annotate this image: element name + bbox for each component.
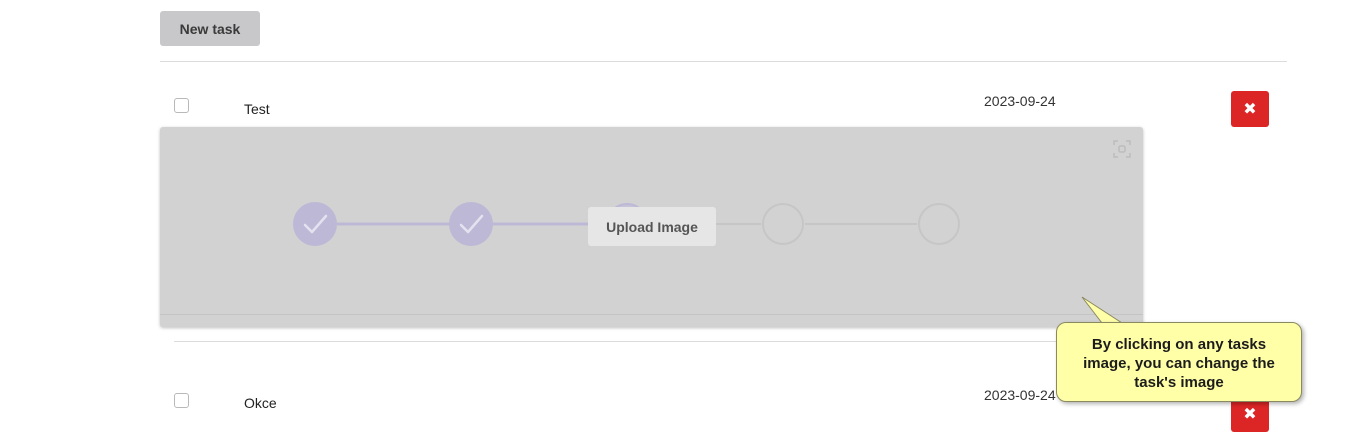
task-checkbox[interactable] [174,393,189,408]
step-5 [918,203,960,245]
screenshot-icon[interactable] [1113,140,1131,158]
close-icon: ✖ [1243,406,1257,423]
top-divider [160,61,1287,62]
new-task-button[interactable]: New task [160,11,260,46]
task-checkbox[interactable] [174,98,189,113]
panel-divider [160,314,1143,315]
tooltip-line: By clicking on any tasks [1091,336,1267,353]
step-2-done [449,202,493,246]
close-icon: ✖ [1243,101,1257,118]
tooltip-pointer [1081,296,1124,324]
upload-image-button[interactable]: Upload Image [588,207,716,246]
task-title: Okce [244,395,277,411]
step-1-done [293,202,337,246]
step-4 [762,203,804,245]
help-tooltip: By clicking on any tasks image, you can … [1056,322,1302,402]
task-title: Test [244,101,270,117]
delete-task-button[interactable]: ✖ [1231,91,1269,127]
tooltip-line: image, you can change the [1083,355,1275,372]
task-image-panel[interactable]: Upload Image [160,127,1143,327]
task-date: 2023-09-24 [984,93,1056,109]
tooltip-line: task's image [1134,374,1224,391]
task-date: 2023-09-24 [984,387,1056,403]
